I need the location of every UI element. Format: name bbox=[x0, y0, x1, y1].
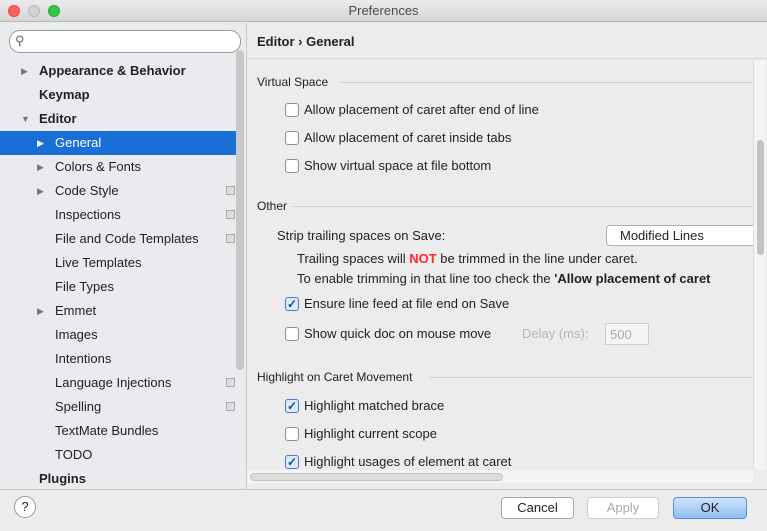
sidebar-item-plugins[interactable]: Plugins bbox=[0, 467, 236, 491]
project-scope-icon bbox=[226, 402, 235, 411]
sidebar-item-label: Code Style bbox=[55, 183, 119, 198]
option-checkbox[interactable] bbox=[285, 103, 299, 117]
project-scope-icon bbox=[226, 210, 235, 219]
sidebar-item-label: Keymap bbox=[39, 87, 90, 102]
sidebar-item-label: TODO bbox=[55, 447, 93, 462]
expand-right-icon[interactable]: ▶ bbox=[37, 131, 44, 155]
breadcrumb: Editor › General bbox=[257, 34, 355, 49]
sidebar-item-label: Intentions bbox=[55, 351, 112, 366]
help-button[interactable]: ? bbox=[14, 496, 36, 518]
strip-trailing-dropdown[interactable]: Modified Lines bbox=[606, 225, 766, 246]
sidebar-item-label: Inspections bbox=[55, 207, 121, 222]
sidebar-item-label: Images bbox=[55, 327, 98, 342]
sidebar-item-textmate-bundles[interactable]: TextMate Bundles bbox=[0, 419, 236, 443]
delay-input[interactable]: 500 bbox=[605, 323, 649, 345]
sidebar-item-label: Colors & Fonts bbox=[55, 159, 141, 174]
search-input[interactable]: ⚲ bbox=[9, 30, 241, 53]
project-scope-icon bbox=[226, 378, 235, 387]
strip-trailing-label: Strip trailing spaces on Save: bbox=[277, 228, 446, 243]
cancel-button[interactable]: Cancel bbox=[501, 497, 574, 519]
apply-button[interactable]: Apply bbox=[587, 497, 659, 519]
sidebar-item-label: Language Injections bbox=[55, 375, 172, 390]
sidebar-item-label: File Types bbox=[55, 279, 115, 294]
option-checkbox[interactable]: ✓ bbox=[285, 455, 299, 469]
vertical-scrollbar[interactable] bbox=[753, 60, 766, 470]
sidebar-item-colors-fonts[interactable]: ▶ Colors & Fonts bbox=[0, 155, 236, 179]
ensure-line-feed-label: Ensure line feed at file end on Save bbox=[304, 296, 510, 311]
sidebar-item-emmet[interactable]: ▶ Emmet bbox=[0, 299, 236, 323]
sidebar-item-file-and-code-templates[interactable]: File and Code Templates bbox=[0, 227, 236, 251]
option-checkbox[interactable] bbox=[285, 159, 299, 173]
sidebar-item-label: General bbox=[55, 135, 102, 150]
sidebar-item-file-types[interactable]: File Types bbox=[0, 275, 236, 299]
window-title: Preferences bbox=[348, 3, 419, 18]
sidebar-item-todo[interactable]: TODO bbox=[0, 443, 236, 467]
option-checkbox[interactable] bbox=[285, 131, 299, 145]
project-scope-icon bbox=[226, 186, 235, 195]
sidebar-item-images[interactable]: Images bbox=[0, 323, 236, 347]
divider bbox=[430, 377, 752, 378]
option-label: Highlight current scope bbox=[304, 426, 437, 441]
sidebar-item-intentions[interactable]: Intentions bbox=[0, 347, 236, 371]
sidebar-item-spelling[interactable]: Spelling bbox=[0, 395, 236, 419]
divider bbox=[0, 489, 767, 490]
option-checkbox[interactable] bbox=[285, 427, 299, 441]
section-other: Other bbox=[257, 199, 288, 213]
sidebar-item-label: Appearance & Behavior bbox=[39, 63, 186, 78]
option-label: Highlight usages of element at caret bbox=[304, 454, 512, 469]
expand-down-icon[interactable]: ▼ bbox=[21, 107, 30, 131]
scroll-thumb[interactable] bbox=[757, 140, 764, 255]
option-label: Allow placement of caret inside tabs bbox=[304, 130, 512, 145]
horizontal-scrollbar[interactable] bbox=[247, 470, 753, 483]
divider bbox=[247, 58, 767, 59]
sidebar-item-label: File and Code Templates bbox=[55, 231, 199, 246]
trailing-note: Trailing spaces will NOT be trimmed in t… bbox=[297, 251, 638, 266]
project-scope-icon bbox=[226, 234, 235, 243]
minimize-window-button[interactable] bbox=[28, 5, 40, 17]
option-label: Allow placement of caret after end of li… bbox=[304, 102, 539, 117]
sidebar-item-label: Plugins bbox=[39, 471, 86, 486]
zoom-window-button[interactable] bbox=[48, 5, 60, 17]
search-icon: ⚲ bbox=[15, 33, 25, 48]
sidebar-item-label: TextMate Bundles bbox=[55, 423, 159, 438]
title-bar: Preferences bbox=[0, 0, 767, 22]
sidebar-scrollbar[interactable] bbox=[236, 50, 244, 370]
divider bbox=[340, 82, 752, 83]
ok-button[interactable]: OK bbox=[673, 497, 747, 519]
expand-right-icon[interactable]: ▶ bbox=[37, 155, 44, 179]
expand-right-icon[interactable]: ▶ bbox=[37, 299, 44, 323]
sidebar-item-label: Live Templates bbox=[55, 255, 142, 270]
sidebar-item-inspections[interactable]: Inspections bbox=[0, 203, 236, 227]
close-window-button[interactable] bbox=[8, 5, 20, 17]
sidebar-item-keymap[interactable]: Keymap bbox=[0, 83, 236, 107]
section-highlight: Highlight on Caret Movement bbox=[257, 370, 413, 384]
quick-doc-label: Show quick doc on mouse move bbox=[304, 326, 492, 341]
ensure-line-feed-checkbox[interactable]: ✓ bbox=[285, 297, 299, 311]
sidebar-item-label: Emmet bbox=[55, 303, 97, 318]
delay-label: Delay (ms): bbox=[522, 326, 589, 341]
option-label: Highlight matched brace bbox=[304, 398, 445, 413]
sidebar-item-appearance-behavior[interactable]: ▶ Appearance & Behavior bbox=[0, 59, 236, 83]
sidebar-item-general[interactable]: ▶ General bbox=[0, 131, 236, 155]
section-virtual-space: Virtual Space bbox=[257, 75, 329, 89]
sidebar-item-editor[interactable]: ▼ Editor bbox=[0, 107, 236, 131]
option-checkbox[interactable]: ✓ bbox=[285, 399, 299, 413]
sidebar-item-code-style[interactable]: ▶ Code Style bbox=[0, 179, 236, 203]
sidebar-item-label: Editor bbox=[39, 111, 77, 126]
sidebar-item-language-injections[interactable]: Language Injections bbox=[0, 371, 236, 395]
quick-doc-checkbox[interactable] bbox=[285, 327, 299, 341]
dropdown-value: Modified Lines bbox=[620, 228, 704, 243]
trailing-note-2: To enable trimming in that line too chec… bbox=[297, 271, 711, 286]
not-warning: NOT bbox=[409, 251, 437, 266]
divider bbox=[293, 206, 752, 207]
option-label: Show virtual space at file bottom bbox=[304, 158, 492, 173]
scroll-thumb[interactable] bbox=[250, 473, 503, 481]
expand-right-icon[interactable]: ▶ bbox=[21, 59, 28, 83]
expand-right-icon[interactable]: ▶ bbox=[37, 179, 44, 203]
sidebar-item-label: Spelling bbox=[55, 399, 102, 414]
sidebar-item-live-templates[interactable]: Live Templates bbox=[0, 251, 236, 275]
